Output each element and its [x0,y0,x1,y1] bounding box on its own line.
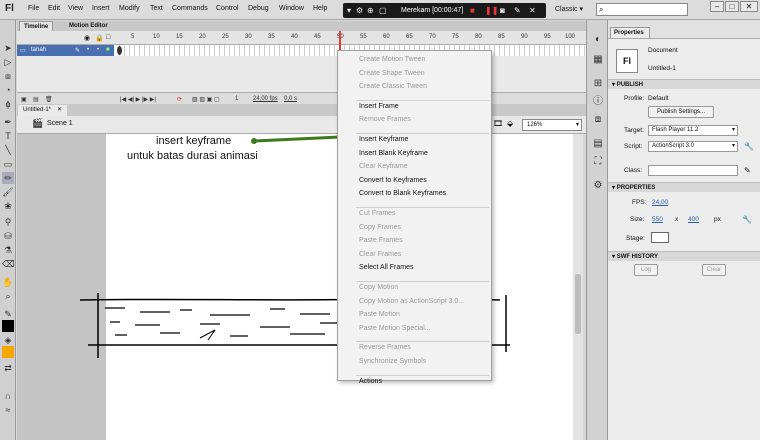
chevron-down-icon: ▾ [731,143,735,149]
script-select[interactable]: ActionScript 3.0 ▾ [648,141,738,152]
menu-item-paste-motion: Paste Motion [359,311,400,319]
chevron-down-icon: ▾ [731,127,735,133]
menu-item-select-all-frames[interactable]: Select All Frames [359,264,413,271]
swf-history-header[interactable]: ▾ SWF HISTORY [608,251,760,261]
menu-item-remove-frames: Remove Frames [359,116,411,124]
align-panel-icon[interactable]: ⊞ [592,78,604,90]
wrench-icon[interactable]: 🔧 [742,215,752,224]
frames-context-menu: Create Motion Tween Create Shape Tween Cre… [337,50,492,385]
menu-separator [356,341,489,343]
fps-value[interactable]: 24,00 [652,199,668,206]
publish-settings-button[interactable]: Publish Settings... [648,106,714,118]
menu-item-actions[interactable]: Actions [359,378,382,385]
menu-item-copy-motion-as-actionscript-3-0: Copy Motion as ActionScript 3.0... [359,297,465,305]
menu-separator [356,207,489,208]
edit-class-icon[interactable]: ✎ [744,166,751,175]
stage-label: Stage: [626,235,645,242]
motion-presets-icon[interactable]: ⛶ [592,156,604,168]
swatches-panel-icon[interactable]: ▦ [592,54,604,66]
menu-item-insert-blank-keyframe[interactable]: Insert Blank Keyframe [359,150,428,157]
menu-item-copy-frames: Copy Frames [359,223,402,231]
menu-item-insert-frame[interactable]: Insert Frame [359,103,399,110]
menu-item-create-shape-tween: Create Shape Tween [359,69,425,77]
menu-item-copy-motion: Copy Motion [359,284,399,291]
stage-width[interactable]: 550 [652,216,663,223]
menu-separator [356,281,489,282]
properties-panel: Properties Fl Document Untitled-1 ▾ PUBL… [608,20,760,440]
menu-item-create-motion-tween: Create Motion Tween [359,56,426,63]
menu-item-insert-keyframe[interactable]: Insert Keyframe [359,136,408,143]
fps-label: FPS: [632,199,647,206]
script-label: Script: [624,143,643,150]
stage-height[interactable]: 400 [688,216,699,223]
properties-section-header[interactable]: ▾ PROPERTIES [608,182,760,192]
menu-item-clear-frames: Clear Frames [359,250,402,258]
class-label: Class: [624,167,643,174]
size-separator: x [675,216,679,223]
target-label: Target: [624,127,644,134]
document-name: Untitled-1 [648,65,676,72]
menu-item-cut-frames: Cut Frames [359,210,396,217]
profile-value: Default [648,95,669,102]
class-input[interactable] [648,165,738,176]
menu-item-clear-keyframe: Clear Keyframe [359,163,408,171]
arrow-tail [251,138,257,144]
library-panel-icon[interactable]: ▤ [592,138,604,150]
target-select[interactable]: Flash Player 11.2 ▾ [648,125,738,136]
wrench-icon[interactable]: 🔧 [744,142,754,151]
menu-separator [356,374,489,376]
document-fl-icon: Fl [616,49,638,73]
info-panel-icon[interactable]: ⓘ [592,96,604,108]
menu-item-synchronize-symbols: Synchronize Symbols [359,358,427,365]
document-type: Document [648,47,678,54]
size-label: Size: [630,216,645,223]
profile-label: Profile: [624,95,645,102]
menu-separator [356,99,489,101]
stage-color-swatch[interactable] [651,232,669,243]
log-button[interactable]: Log [634,264,658,276]
publish-section-header[interactable]: ▾ PUBLISH [608,79,760,89]
transform-panel-icon[interactable]: ⧈ [592,114,604,126]
properties-body: Fl Document Untitled-1 ▾ PUBLISH Profile… [608,38,760,440]
menu-item-paste-motion-special: Paste Motion Special... [359,324,431,332]
menu-item-convert-to-keyframes[interactable]: Convert to Keyframes [359,177,427,184]
menu-item-create-classic-tween: Create Classic Tween [359,83,427,91]
arrow-shaft [254,135,341,143]
color-panel-icon[interactable]: ◐ [592,34,604,46]
panel-icon-strip: ◐ ▦ ⊞ ⓘ ⧈ ▤ ⛶ ⚙ [586,20,608,440]
menu-item-convert-to-blank-keyframes[interactable]: Convert to Blank Keyframes [359,190,446,197]
components-panel-icon[interactable]: ⚙ [592,180,604,192]
menu-item-reverse-frames: Reverse Frames [359,344,411,352]
menu-item-paste-frames: Paste Frames [359,237,403,245]
clear-button[interactable]: Clear [702,264,726,276]
size-unit: px [714,216,721,223]
menu-separator [356,133,489,134]
